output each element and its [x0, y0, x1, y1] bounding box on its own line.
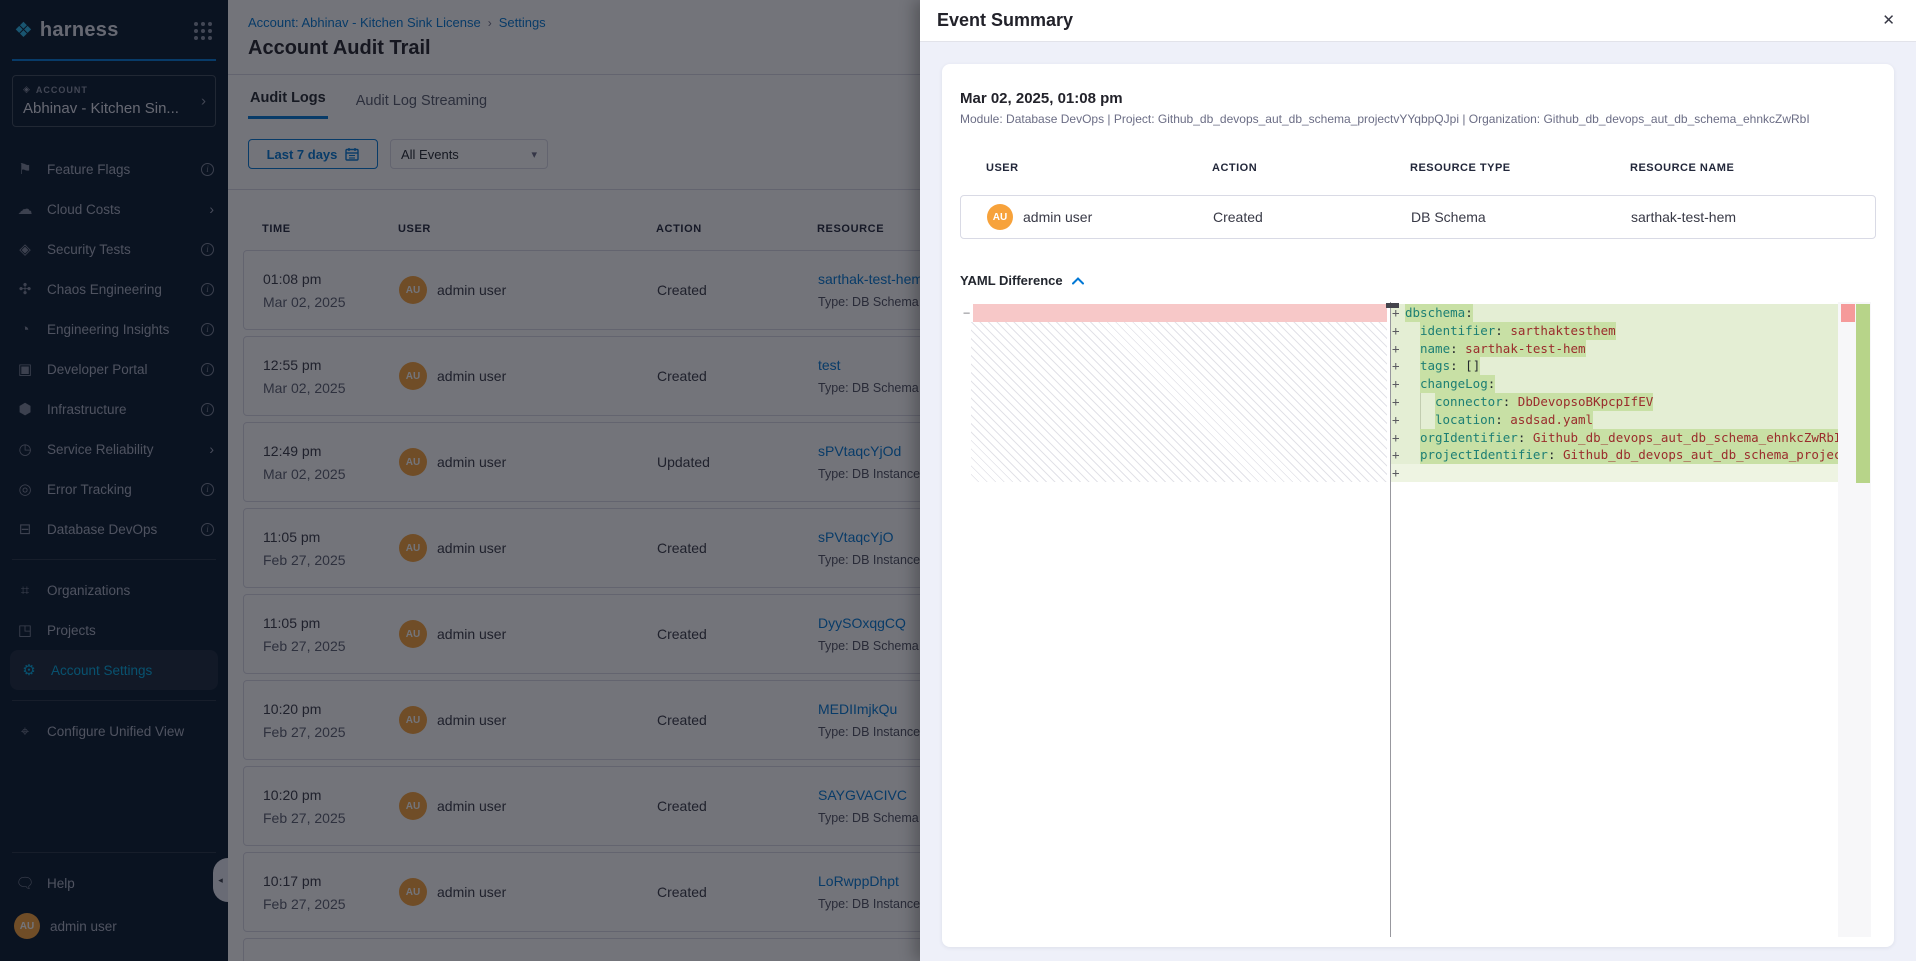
event-meta: Module: Database DevOps | Project: Githu… [942, 112, 1894, 126]
event-table-header: USERACTIONRESOURCE TYPERESOURCE NAME [960, 162, 1876, 174]
event-user-cell: AU admin user [987, 204, 1213, 230]
event-timestamp: Mar 02, 2025, 01:08 pm [942, 90, 1894, 107]
diff-line: +connector: DbDevopsoBKpcpIfEV [1391, 393, 1839, 411]
diff-line: +dbschema: [1391, 304, 1839, 322]
close-icon[interactable]: ✕ [1882, 13, 1895, 28]
column-header: USER [986, 162, 1212, 174]
diff-removed-line [973, 304, 1387, 322]
event-summary-drawer: Event Summary ✕ Mar 02, 2025, 01:08 pm M… [920, 0, 1916, 961]
avatar: AU [987, 204, 1013, 230]
yaml-difference-toggle[interactable]: YAML Difference [960, 273, 1876, 288]
diff-line: +orgIdentifier: Github_db_devops_aut_db_… [1391, 429, 1839, 447]
diff-removed-marker [1841, 304, 1855, 322]
diff-empty-hatch [971, 322, 1387, 482]
column-header: ACTION [1212, 162, 1410, 174]
diff-line: +identifier: sarthaktesthem [1391, 322, 1839, 340]
column-header: RESOURCE NAME [1630, 162, 1876, 174]
event-user: admin user [1023, 209, 1092, 225]
diff-added-lines: +dbschema:+identifier: sarthaktesthem+na… [1391, 304, 1839, 482]
diff-removed-gutter: − [963, 304, 973, 322]
event-action: Created [1213, 209, 1411, 225]
diff-left-pane[interactable]: − [963, 302, 1390, 937]
diff-right-pane[interactable]: +dbschema:+identifier: sarthaktesthem+na… [1391, 302, 1890, 937]
yaml-diff-editor[interactable]: − +dbschema:+identifier: sarthaktesthem+… [963, 302, 1890, 937]
diff-overview-ruler[interactable] [1838, 302, 1871, 937]
diff-line: +projectIdentifier: Github_db_devops_aut… [1391, 446, 1839, 464]
chevron-up-icon [1072, 277, 1084, 285]
diff-line: +changeLog: [1391, 375, 1839, 393]
drawer-body: Mar 02, 2025, 01:08 pm Module: Database … [920, 42, 1916, 961]
diff-sash-marker [1386, 303, 1399, 308]
drawer-title: Event Summary [937, 10, 1073, 31]
drawer-header: Event Summary ✕ [920, 0, 1916, 42]
event-resource-name: sarthak-test-hem [1631, 209, 1875, 225]
diff-added-marker [1856, 304, 1870, 483]
event-table-row: AU admin user Created DB Schema sarthak-… [960, 195, 1876, 239]
event-resource-type: DB Schema [1411, 209, 1631, 225]
diff-line: +tags: [] [1391, 357, 1839, 375]
diff-line: +location: asdsad.yaml [1391, 411, 1839, 429]
diff-line: + [1391, 464, 1839, 482]
event-card: Mar 02, 2025, 01:08 pm Module: Database … [942, 64, 1894, 947]
column-header: RESOURCE TYPE [1410, 162, 1630, 174]
diff-line: +name: sarthak-test-hem [1391, 340, 1839, 358]
